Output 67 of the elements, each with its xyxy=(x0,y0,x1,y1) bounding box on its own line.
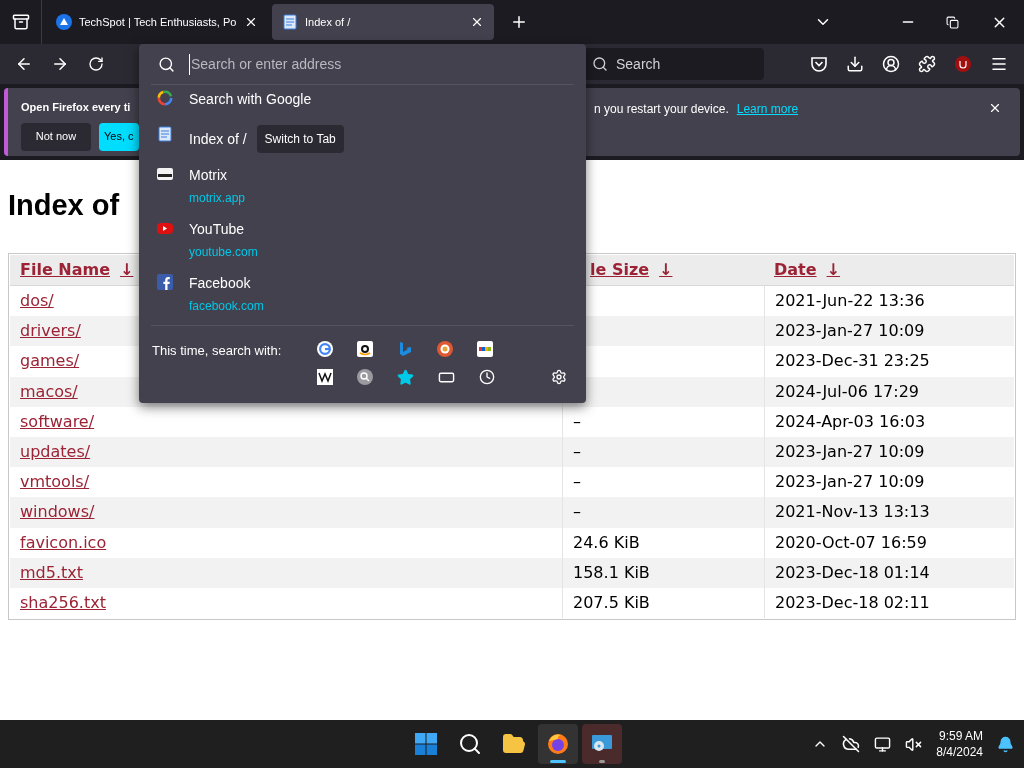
suggestion-row[interactable]: Motrix motrix.app xyxy=(139,161,586,215)
file-size: 158.1 KiB xyxy=(573,561,650,584)
file-link[interactable]: vmtools/ xyxy=(20,470,90,495)
page-heading: Index of xyxy=(8,188,120,223)
browser-tab[interactable]: TechSpot | Tech Enthusiasts, Po xyxy=(46,4,268,40)
file-date: 2024-Jul-06 17:29 xyxy=(775,380,919,403)
tab-title: TechSpot | Tech Enthusiasts, Po xyxy=(79,14,237,30)
file-size: 24.6 KiB xyxy=(573,531,640,554)
file-date: 2023-Jan-27 10:09 xyxy=(775,320,925,343)
suggestion-title: YouTube xyxy=(189,220,244,239)
file-link[interactable]: windows/ xyxy=(20,500,95,525)
file-date: 2021-Nov-13 13:13 xyxy=(775,501,930,524)
sort-arrow-link[interactable]: ↓ xyxy=(120,258,134,282)
column-sort-link[interactable]: le Size xyxy=(590,258,650,282)
suggestion-row[interactable]: YouTube youtube.com xyxy=(139,215,586,269)
search-placeholder: Search xyxy=(616,54,661,74)
sort-arrow-link[interactable]: ↓ xyxy=(659,258,673,282)
file-link[interactable]: software/ xyxy=(20,409,95,434)
file-link[interactable]: sha256.txt xyxy=(20,590,106,615)
file-date: 2021-Jun-22 13:36 xyxy=(775,290,925,313)
file-link[interactable]: md5.txt xyxy=(20,560,84,585)
file-date: 2023-Jan-27 10:09 xyxy=(775,471,925,494)
file-date: 2023-Dec-18 02:11 xyxy=(775,591,930,614)
suggestion-title: Facebook xyxy=(189,274,251,293)
address-field[interactable]: Search or enter address xyxy=(139,44,586,84)
suggestion-row[interactable]: Search with Google xyxy=(139,89,586,125)
file-size: – xyxy=(573,501,581,524)
sort-arrow-link[interactable]: ↓ xyxy=(826,258,840,282)
clock-time: 9:59 AM xyxy=(938,728,983,744)
browser-tab[interactable]: Index of / xyxy=(272,4,494,40)
clock-date: 8/4/2024 xyxy=(936,744,983,760)
search-field[interactable]: Search xyxy=(584,48,764,80)
file-link[interactable]: favicon.ico xyxy=(20,530,107,555)
file-link[interactable]: games/ xyxy=(20,349,80,374)
clock[interactable]: 9:59 AM 8/4/2024 xyxy=(936,728,983,760)
not-now-button[interactable]: Not now xyxy=(21,122,91,151)
learn-more-link[interactable]: Learn more xyxy=(736,100,799,118)
notification-message: Open Firefox every ti xyxy=(21,100,131,115)
file-date: 2023-Dec-18 01:14 xyxy=(775,561,930,584)
engines-label: This time, search with: xyxy=(152,342,283,360)
suggestion-url: motrix.app xyxy=(189,190,246,207)
suggestion-url: facebook.com xyxy=(189,298,264,315)
suggestion-row[interactable]: Facebook facebook.com xyxy=(139,269,586,323)
file-date: 2023-Jan-27 10:09 xyxy=(775,441,925,464)
file-link[interactable]: dos/ xyxy=(20,289,54,314)
suggestion-url: youtube.com xyxy=(189,244,258,261)
file-link[interactable]: updates/ xyxy=(20,440,91,465)
file-date: 2020-Oct-07 16:59 xyxy=(775,531,927,554)
file-size: – xyxy=(573,471,581,494)
yes-button[interactable]: Yes, c xyxy=(99,122,139,151)
file-link[interactable]: drivers/ xyxy=(20,319,81,344)
suggestion-row[interactable]: Index of / Switch to Tab xyxy=(139,125,586,161)
notification-message: n you restart your device. xyxy=(594,101,729,118)
file-size: – xyxy=(573,441,581,464)
tab-title: Index of / xyxy=(305,14,352,30)
file-size: 207.5 KiB xyxy=(573,591,650,614)
file-link[interactable]: macos/ xyxy=(20,379,78,404)
column-sort-link[interactable]: Date xyxy=(774,258,817,282)
switch-tab-chip[interactable]: Switch to Tab xyxy=(256,125,344,153)
file-date: 2024-Apr-03 16:03 xyxy=(775,410,926,433)
suggestion-title: Motrix xyxy=(189,166,228,185)
address-input[interactable]: Search or enter address xyxy=(189,53,567,75)
file-date: 2023-Dec-31 23:25 xyxy=(775,350,930,373)
suggestion-title: Search with Google xyxy=(189,90,312,109)
file-size: – xyxy=(573,410,581,433)
column-sort-link[interactable]: File Name xyxy=(20,258,111,282)
suggestion-title: Index of / xyxy=(189,129,247,149)
